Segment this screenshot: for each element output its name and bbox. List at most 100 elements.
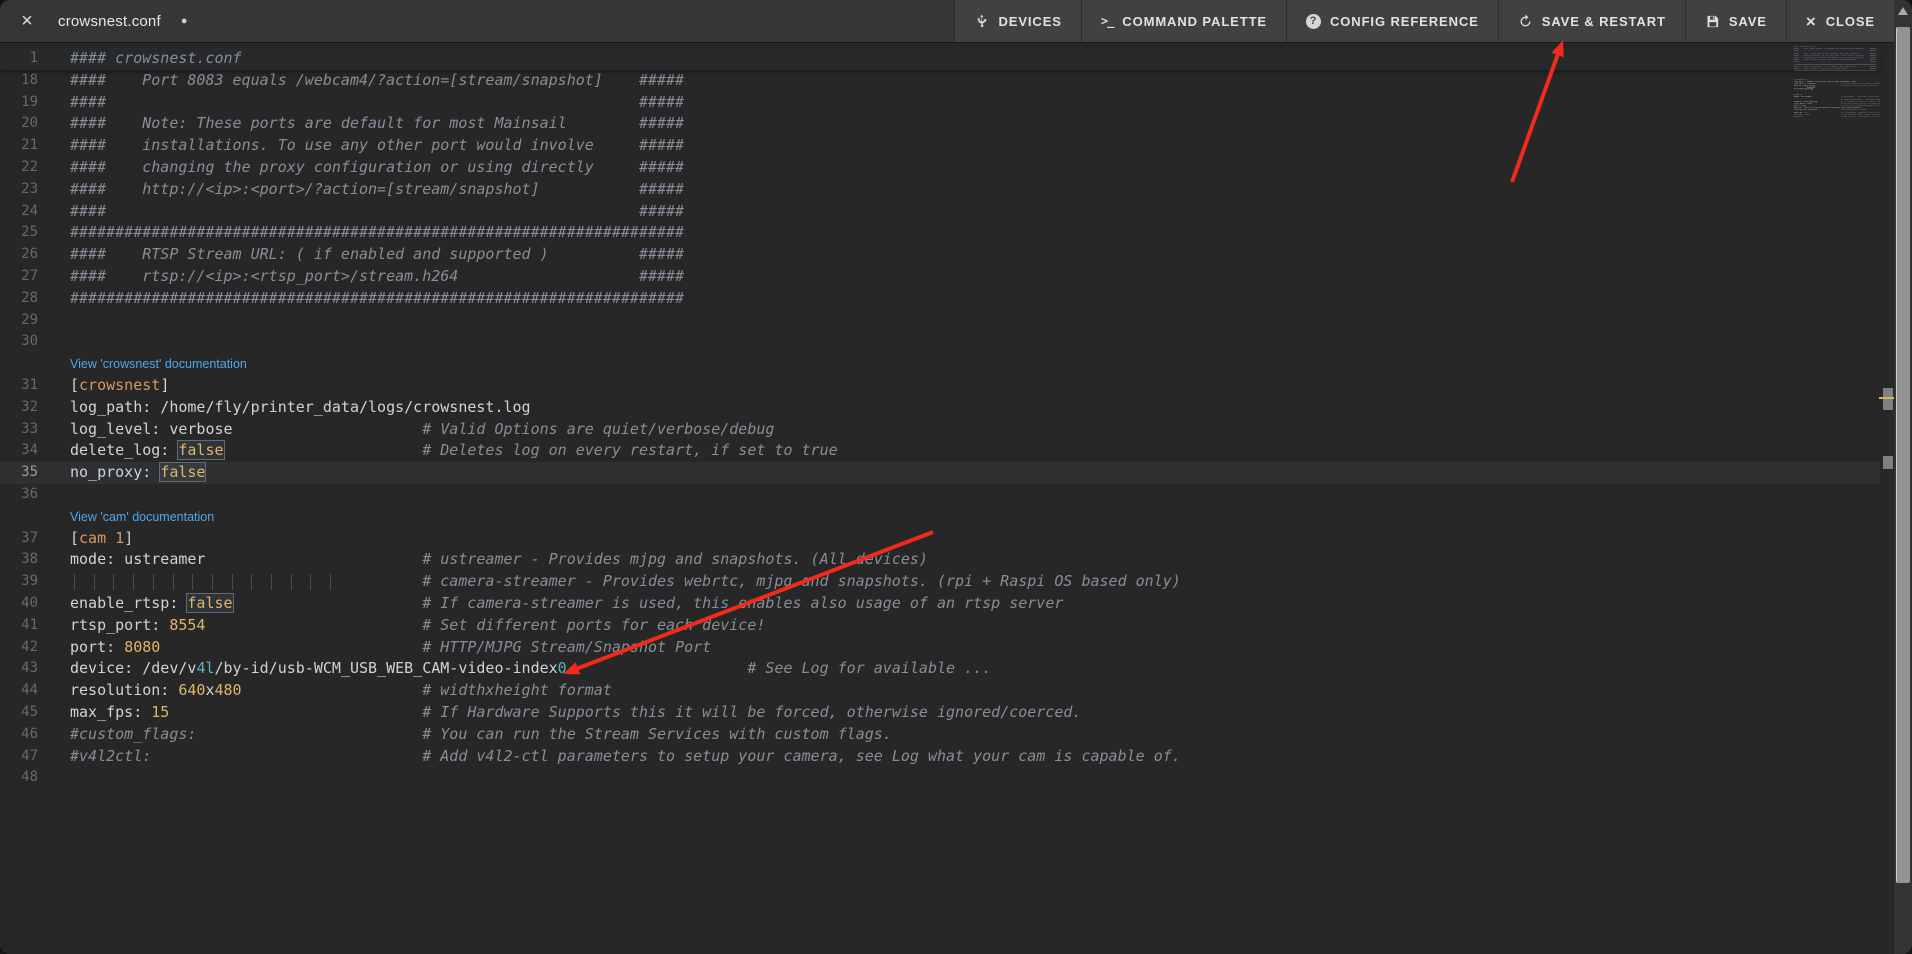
line-number: 46 bbox=[0, 724, 38, 746]
code-line[interactable]: 30 bbox=[0, 331, 1880, 353]
code-line[interactable]: 26#### RTSP Stream URL: ( if enabled and… bbox=[0, 244, 1880, 266]
devices-label: DEVICES bbox=[998, 14, 1061, 29]
line-number: 29 bbox=[0, 310, 38, 332]
code-line[interactable]: 38mode: ustreamer # ustreamer - Provides… bbox=[0, 549, 1880, 571]
line-number: 27 bbox=[0, 266, 38, 288]
code-line[interactable]: 35no_proxy: false bbox=[0, 462, 1880, 484]
minimap[interactable]: #### crowsnest.conf#### Port 8083 equals… bbox=[1794, 46, 1880, 120]
save-label: SAVE bbox=[1729, 14, 1767, 29]
code-line[interactable]: 29 bbox=[0, 310, 1880, 332]
scrollbar-thumb[interactable] bbox=[1896, 27, 1910, 883]
restart-icon bbox=[1518, 14, 1533, 29]
code-line[interactable]: 45max_fps: 15 # If Hardware Supports thi… bbox=[0, 702, 1880, 724]
code-line[interactable]: 44resolution: 640x480 # widthxheight for… bbox=[0, 680, 1880, 702]
code-line[interactable]: 24#### ##### bbox=[0, 201, 1880, 223]
code-line[interactable]: 22#### changing the proxy configuration … bbox=[0, 157, 1880, 179]
code-line[interactable]: 48 bbox=[0, 767, 1880, 789]
code-line[interactable]: 39 # camera-streamer - Provides webrtc, … bbox=[0, 571, 1880, 593]
line-number: 37 bbox=[0, 528, 38, 550]
documentation-link[interactable]: View 'cam' documentation bbox=[70, 510, 214, 524]
line-number: 19 bbox=[0, 92, 38, 114]
line-number: 1 bbox=[0, 48, 38, 70]
code-line[interactable]: 20#### Note: These ports are default for… bbox=[0, 113, 1880, 135]
line-number: 47 bbox=[0, 746, 38, 768]
code-line[interactable]: 36 bbox=[0, 484, 1880, 506]
save-restart-button[interactable]: SAVE & RESTART bbox=[1498, 0, 1685, 42]
codelens-row[interactable]: View 'cam' documentation bbox=[0, 506, 1880, 528]
config-reference-label: CONFIG REFERENCE bbox=[1330, 14, 1479, 29]
line-number: 42 bbox=[0, 637, 38, 659]
code-line[interactable]: 40enable_rtsp: false # If camera-streame… bbox=[0, 593, 1880, 615]
line-number: 18 bbox=[0, 70, 38, 92]
scrollbar-track[interactable] bbox=[1894, 0, 1912, 954]
line-number: 43 bbox=[0, 658, 38, 680]
line-number: 25 bbox=[0, 222, 38, 244]
code-line[interactable]: 19#### ##### bbox=[0, 92, 1880, 114]
line-number bbox=[0, 353, 38, 375]
code-line[interactable]: 43device: /dev/v4l/by-id/usb-WCM_USB_WEB… bbox=[0, 658, 1880, 680]
line-number: 33 bbox=[0, 419, 38, 441]
line-number bbox=[0, 506, 38, 528]
line-number: 31 bbox=[0, 375, 38, 397]
ruler-cursor-mark bbox=[1879, 397, 1895, 399]
line-number: 32 bbox=[0, 397, 38, 419]
code-line[interactable]: 31[crowsnest] bbox=[0, 375, 1880, 397]
line-number: 24 bbox=[0, 201, 38, 223]
line-number: 39 bbox=[0, 571, 38, 593]
file-title: crowsnest.conf bbox=[58, 13, 161, 30]
devices-button[interactable]: DEVICES bbox=[954, 0, 1080, 42]
code-line[interactable]: 27#### rtsp://<ip>:<rtsp_port>/stream.h2… bbox=[0, 266, 1880, 288]
ruler-match-mark bbox=[1883, 388, 1893, 410]
scroll-up-arrow-icon[interactable] bbox=[1898, 7, 1908, 15]
code-line[interactable]: 18#### Port 8083 equals /webcam4/?action… bbox=[0, 70, 1880, 92]
code-line[interactable]: 32log_path: /home/fly/printer_data/logs/… bbox=[0, 397, 1880, 419]
save-restart-label: SAVE & RESTART bbox=[1542, 14, 1666, 29]
line-number: 20 bbox=[0, 113, 38, 135]
code-line[interactable]: 23#### http://<ip>:<port>/?action=[strea… bbox=[0, 179, 1880, 201]
editor-toolbar: × crowsnest.conf ● DEVICES >_ COMMAND PA… bbox=[0, 0, 1912, 42]
help-circle-icon: ? bbox=[1306, 14, 1321, 29]
config-reference-button[interactable]: ? CONFIG REFERENCE bbox=[1286, 0, 1498, 42]
code-line[interactable]: 33log_level: verbose # Valid Options are… bbox=[0, 419, 1880, 441]
code-line[interactable]: 28######################################… bbox=[0, 288, 1880, 310]
line-number: 30 bbox=[0, 331, 38, 353]
code-editor[interactable]: 1#### crowsnest.conf18#### Port 8083 equ… bbox=[0, 42, 1912, 954]
command-palette-button[interactable]: >_ COMMAND PALETTE bbox=[1081, 0, 1286, 42]
line-number: 36 bbox=[0, 484, 38, 506]
line-number: 28 bbox=[0, 288, 38, 310]
close-icon: × bbox=[1806, 13, 1817, 30]
line-number: 23 bbox=[0, 179, 38, 201]
code-line[interactable]: 34delete_log: false # Deletes log on eve… bbox=[0, 440, 1880, 462]
line-number: 26 bbox=[0, 244, 38, 266]
line-number: 48 bbox=[0, 767, 38, 789]
code-line[interactable]: 21#### installations. To use any other p… bbox=[0, 135, 1880, 157]
code-lines: 1#### crowsnest.conf18#### Port 8083 equ… bbox=[0, 48, 1880, 789]
code-line[interactable]: 37[cam 1] bbox=[0, 528, 1880, 550]
line-number: 40 bbox=[0, 593, 38, 615]
code-line[interactable]: 47#v4l2ctl: # Add v4l2-ctl parameters to… bbox=[0, 746, 1880, 768]
close-label: CLOSE bbox=[1826, 14, 1875, 29]
code-line[interactable]: 42port: 8080 # HTTP/MJPG Stream/Snapshot… bbox=[0, 637, 1880, 659]
ruler-match-mark bbox=[1883, 456, 1893, 469]
config-editor-dialog: × crowsnest.conf ● DEVICES >_ COMMAND PA… bbox=[0, 0, 1912, 954]
line-number: 21 bbox=[0, 135, 38, 157]
line-number: 44 bbox=[0, 680, 38, 702]
save-icon bbox=[1705, 14, 1720, 29]
codelens-row[interactable]: View 'crowsnest' documentation bbox=[0, 353, 1880, 375]
line-number: 35 bbox=[0, 462, 38, 484]
code-line[interactable]: 46#custom_flags: # You can run the Strea… bbox=[0, 724, 1880, 746]
toolbar-buttons: DEVICES >_ COMMAND PALETTE ? CONFIG REFE… bbox=[954, 0, 1894, 42]
save-button[interactable]: SAVE bbox=[1685, 0, 1786, 42]
line-number: 45 bbox=[0, 702, 38, 724]
code-line[interactable]: 1#### crowsnest.conf bbox=[0, 48, 1880, 70]
command-palette-label: COMMAND PALETTE bbox=[1122, 14, 1267, 29]
close-button[interactable]: × CLOSE bbox=[1786, 0, 1894, 42]
unsaved-changes-dot: ● bbox=[181, 15, 188, 27]
line-number: 22 bbox=[0, 157, 38, 179]
close-icon[interactable]: × bbox=[14, 11, 40, 31]
code-line[interactable]: 41rtsp_port: 8554 # Set different ports … bbox=[0, 615, 1880, 637]
code-line[interactable]: 25######################################… bbox=[0, 222, 1880, 244]
documentation-link[interactable]: View 'crowsnest' documentation bbox=[70, 357, 247, 371]
line-number: 34 bbox=[0, 440, 38, 462]
line-number: 38 bbox=[0, 549, 38, 571]
